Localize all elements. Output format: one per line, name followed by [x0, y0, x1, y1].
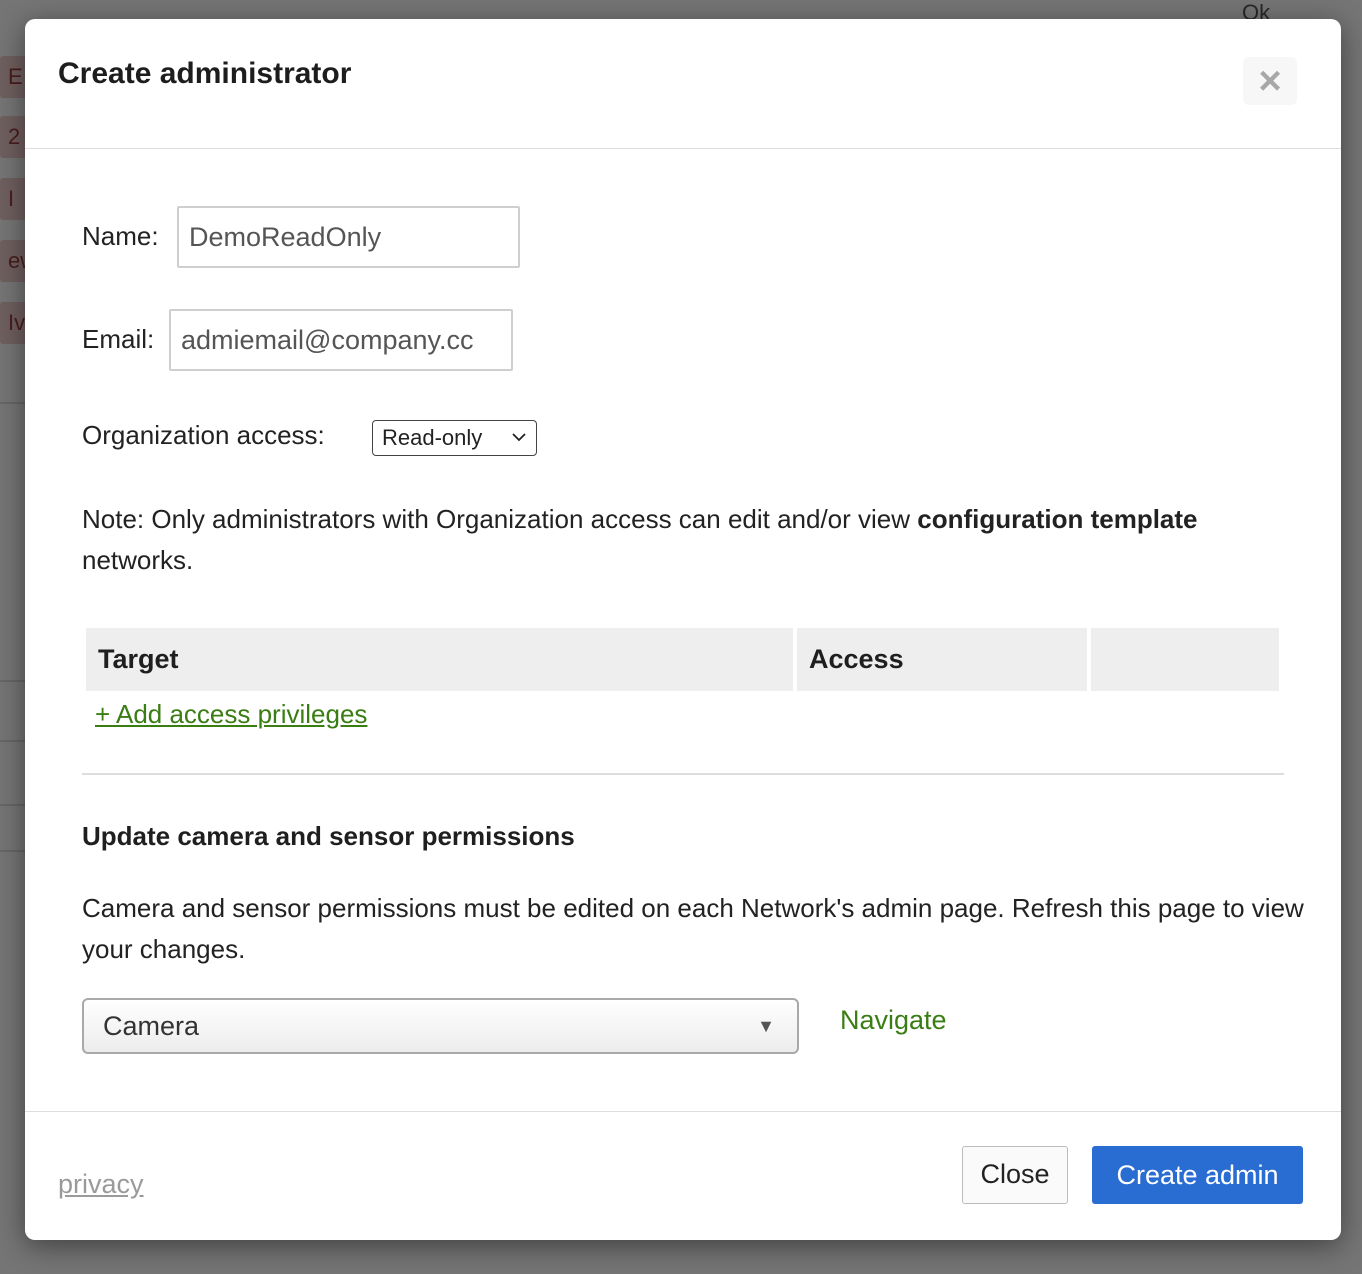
create-administrator-modal: Create administrator × Name: Email: Orga…	[25, 19, 1341, 1240]
network-type-select[interactable]: Camera ▼	[82, 998, 799, 1054]
organization-note: Note: Only administrators with Organizat…	[82, 499, 1302, 581]
email-input[interactable]	[169, 309, 513, 371]
modal-title: Create administrator	[58, 57, 352, 90]
organization-access-select[interactable]: Read-only	[372, 420, 537, 456]
close-button[interactable]: Close	[962, 1146, 1068, 1204]
privacy-link[interactable]: privacy	[58, 1169, 144, 1200]
network-type-value: Camera	[103, 1011, 200, 1041]
close-icon[interactable]: ×	[1243, 57, 1297, 105]
name-label: Name:	[82, 221, 159, 251]
modal-footer-divider	[25, 1111, 1341, 1112]
organization-access-value: Read-only	[382, 425, 483, 450]
column-header-target: Target	[86, 628, 793, 691]
chevron-down-icon	[512, 433, 526, 442]
navigate-link[interactable]: Navigate	[840, 1005, 947, 1036]
note-suffix: networks.	[82, 545, 194, 575]
modal-header: Create administrator ×	[25, 19, 1341, 149]
camera-section-text: Camera and sensor permissions must be ed…	[82, 893, 1304, 964]
create-admin-button[interactable]: Create admin	[1092, 1146, 1303, 1204]
note-prefix: Note: Only administrators with Organizat…	[82, 504, 918, 534]
note-bold: configuration template	[917, 504, 1198, 534]
column-header-access: Access	[797, 628, 1087, 691]
email-label: Email:	[82, 324, 155, 354]
name-input[interactable]	[177, 206, 520, 268]
triangle-down-icon: ▼	[757, 1016, 775, 1036]
camera-section-title: Update camera and sensor permissions	[82, 821, 575, 851]
section-divider	[82, 773, 1284, 775]
organization-access-label: Organization access:	[82, 420, 325, 450]
column-header-actions	[1091, 628, 1279, 691]
add-access-privileges-link[interactable]: + Add access privileges	[95, 699, 367, 730]
